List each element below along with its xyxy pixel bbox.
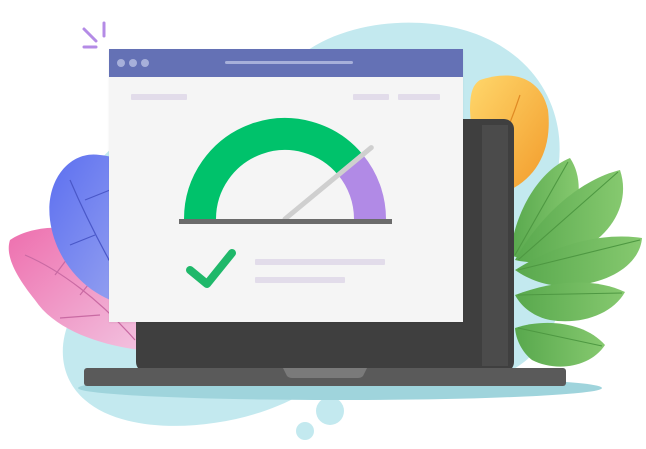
decor-bubble-small [296,422,314,440]
laptop-lid-edge [482,125,508,366]
leaf-green-5 [515,322,605,367]
gauge-remaining-arc [337,154,386,220]
gauge-baseline [179,219,392,224]
sparkle-icon [82,21,106,49]
browser-window [109,49,463,322]
gauge-progress-arc [184,118,363,220]
laptop-notch [283,368,367,378]
status-line-long [255,259,385,265]
decor-bubble-large [316,397,344,425]
checkmark-icon [186,249,236,288]
status-line-short [255,277,345,283]
